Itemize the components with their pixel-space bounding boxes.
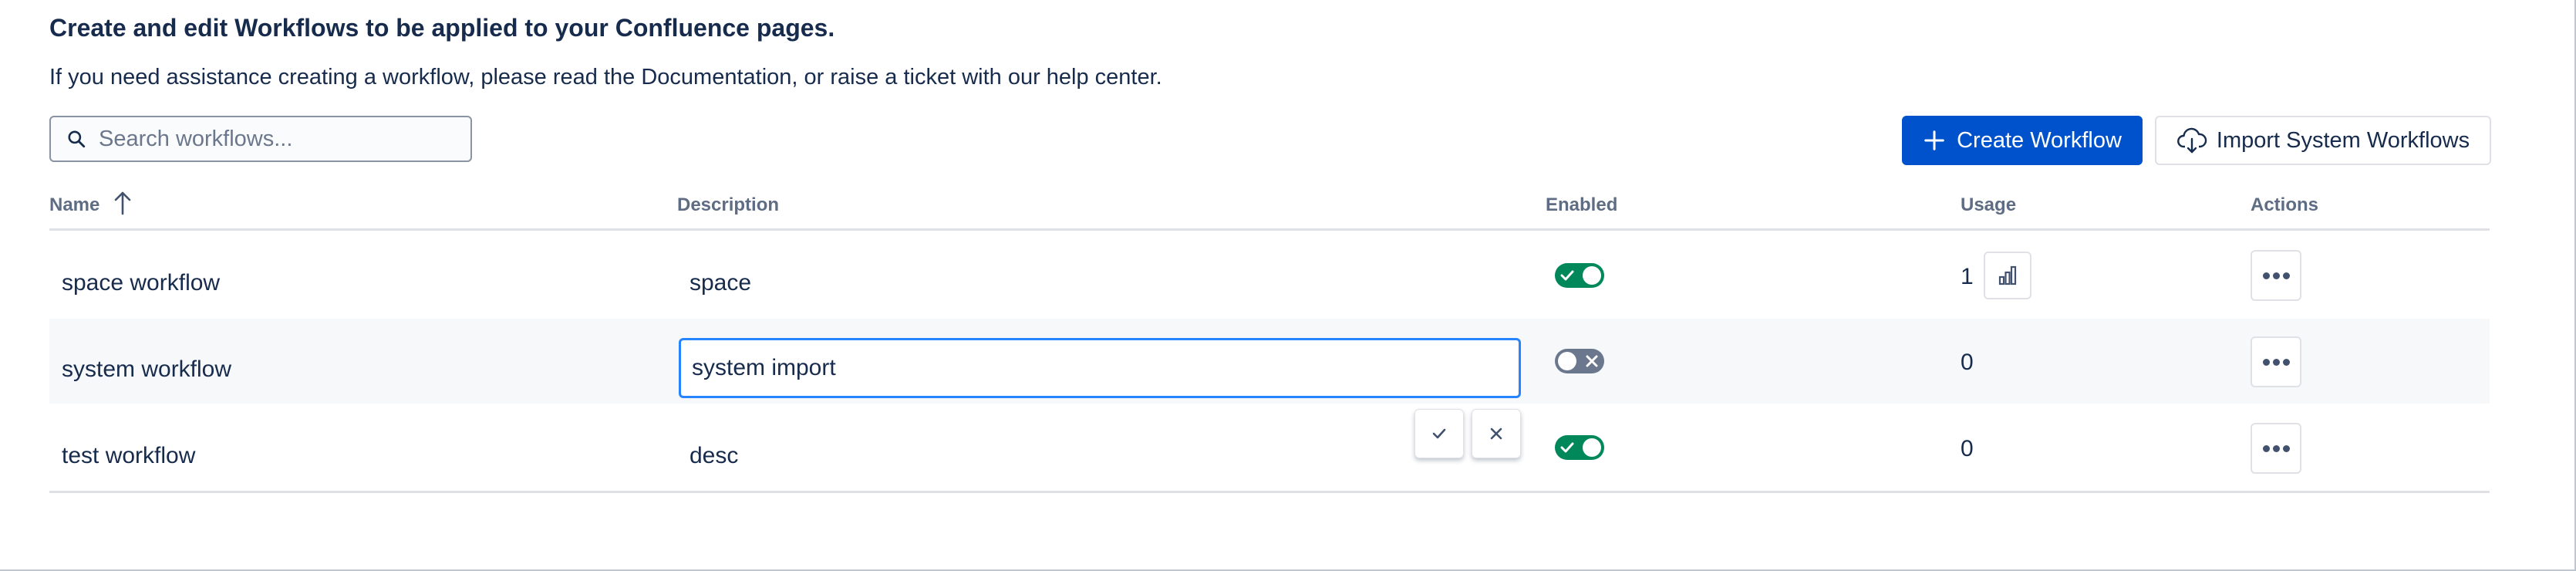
table-row (49, 232, 2490, 317)
create-workflow-label: Create Workflow (1957, 127, 2122, 153)
table-bottom-divider (49, 491, 2490, 493)
close-icon (1583, 352, 1601, 370)
usage-details-button[interactable] (1984, 252, 2031, 299)
arrow-up-icon[interactable] (111, 190, 134, 216)
more-horizontal-icon (2262, 272, 2270, 279)
import-system-workflows-button[interactable]: Import System Workflows (2155, 116, 2491, 165)
more-horizontal-icon (2262, 358, 2270, 366)
row-actions-button[interactable] (2251, 423, 2301, 474)
toggle-knob (1583, 438, 1601, 457)
more-dot (2272, 444, 2280, 452)
description-edit-field[interactable] (679, 338, 1521, 398)
table-row (49, 405, 2490, 490)
column-header-usage: Usage (1961, 194, 2017, 215)
usage-count: 1 (1961, 264, 1974, 289)
page-description: If you need assistance creating a workfl… (49, 65, 1162, 90)
workflow-description[interactable]: desc (690, 443, 738, 469)
more-dot (2282, 358, 2290, 366)
workflow-description[interactable]: space (690, 270, 751, 296)
workflow-name: test workflow (62, 443, 196, 468)
column-header-name[interactable]: Name (49, 194, 99, 216)
workflow-name: system workflow (62, 356, 232, 382)
enabled-toggle[interactable] (1555, 349, 1604, 373)
enabled-toggle[interactable] (1555, 435, 1604, 460)
usage-count: 0 (1961, 350, 1974, 375)
check-icon (1558, 266, 1576, 285)
column-header-enabled: Enabled (1546, 194, 1618, 215)
toggle-knob (1583, 266, 1601, 285)
cloud-download-icon (2176, 127, 2207, 154)
page-title: Create and edit Workflows to be applied … (49, 14, 835, 42)
header-divider (49, 228, 2490, 231)
more-dot (2272, 358, 2280, 366)
toggle-knob (1558, 352, 1576, 370)
more-horizontal-icon (2262, 444, 2270, 452)
column-header-actions: Actions (2251, 194, 2319, 215)
search-field[interactable] (49, 116, 472, 162)
workflow-name: space workflow (62, 270, 221, 296)
row-actions-button[interactable] (2251, 250, 2301, 301)
column-header-description: Description (677, 194, 780, 215)
more-dot (2272, 272, 2280, 279)
plus-icon (1924, 130, 1944, 150)
search-input[interactable] (97, 125, 470, 153)
import-system-workflows-label: Import System Workflows (2216, 127, 2470, 153)
usage-count: 0 (1961, 436, 1974, 461)
bar-chart-icon (1998, 265, 2017, 286)
search-icon (68, 130, 86, 148)
description-input[interactable] (690, 354, 1509, 382)
enabled-toggle[interactable] (1555, 263, 1604, 288)
create-workflow-button[interactable]: Create Workflow (1902, 116, 2143, 165)
row-actions-button[interactable] (2251, 336, 2301, 387)
check-icon (1558, 438, 1576, 457)
more-dot (2282, 444, 2290, 452)
more-dot (2282, 272, 2290, 279)
